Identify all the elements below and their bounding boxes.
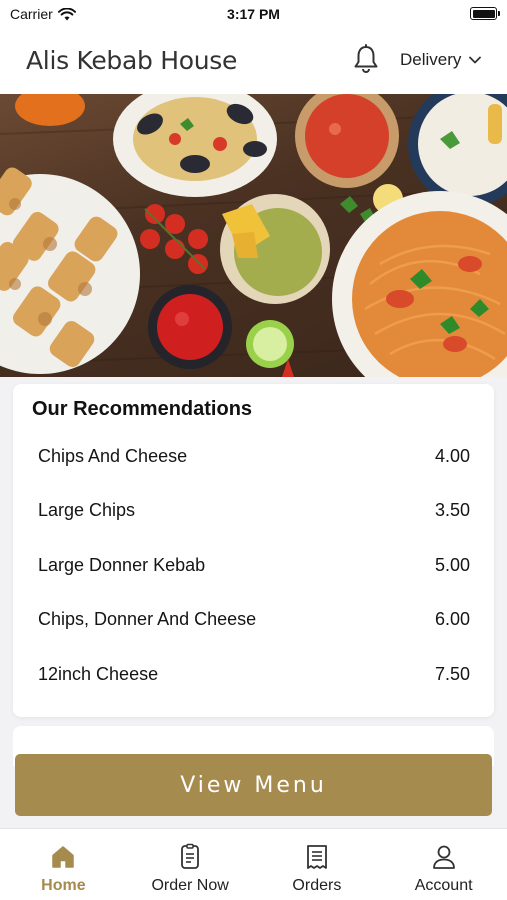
user-icon bbox=[432, 845, 455, 869]
recommendations-title: Our Recommendations bbox=[32, 398, 253, 420]
food-banner-image bbox=[0, 94, 507, 377]
recommendations-list: Chips And Cheese 4.00 Large Chips 3.50 L… bbox=[13, 429, 494, 702]
list-item[interactable]: Chips, Donner And Cheese 6.00 bbox=[13, 593, 494, 648]
tab-label: Account bbox=[414, 877, 473, 894]
list-item[interactable]: Chips And Cheese 4.00 bbox=[13, 429, 494, 484]
tab-label: Order Now bbox=[151, 877, 229, 894]
tab-account[interactable]: Account bbox=[380, 829, 507, 900]
status-bar: Carrier 3:17 PM bbox=[0, 0, 507, 28]
recommendations-card: Our Recommendations Chips And Cheese 4.0… bbox=[13, 384, 494, 717]
tab-bar: Home Order Now Orders Account bbox=[0, 828, 507, 900]
tab-home[interactable]: Home bbox=[0, 829, 127, 900]
list-item[interactable]: Large Chips 3.50 bbox=[13, 484, 494, 539]
tab-label: Home bbox=[41, 877, 86, 894]
app-header: Alis Kebab House Delivery bbox=[0, 28, 507, 94]
bell-icon[interactable] bbox=[352, 44, 380, 74]
view-menu-button[interactable]: View Menu bbox=[15, 754, 492, 816]
chevron-down-icon bbox=[469, 56, 482, 64]
item-name: Large Donner Kebab bbox=[38, 554, 206, 575]
home-icon bbox=[52, 846, 75, 868]
item-name: Large Chips bbox=[38, 500, 136, 521]
battery-icon bbox=[470, 7, 500, 20]
delivery-label: Delivery bbox=[400, 50, 462, 69]
list-item[interactable]: 12inch Cheese 7.50 bbox=[13, 647, 494, 702]
tab-label: Orders bbox=[292, 877, 342, 894]
receipt-icon bbox=[306, 845, 327, 869]
item-price: 7.50 bbox=[434, 663, 470, 684]
restaurant-title: Alis Kebab House bbox=[26, 46, 238, 75]
item-name: Chips, Donner And Cheese bbox=[38, 609, 257, 630]
tab-orders[interactable]: Orders bbox=[254, 829, 381, 900]
status-time: 3:17 PM bbox=[227, 6, 280, 22]
item-name: Chips And Cheese bbox=[38, 445, 188, 466]
item-price: 5.00 bbox=[434, 554, 470, 575]
item-price: 3.50 bbox=[434, 500, 470, 521]
tab-order-now[interactable]: Order Now bbox=[127, 829, 254, 900]
item-price: 6.00 bbox=[434, 609, 470, 630]
item-price: 4.00 bbox=[434, 445, 470, 466]
item-name: 12inch Cheese bbox=[38, 663, 159, 684]
delivery-selector[interactable]: Delivery bbox=[400, 50, 482, 70]
list-item[interactable]: Large Donner Kebab 5.00 bbox=[13, 538, 494, 593]
order-icon bbox=[181, 843, 200, 869]
